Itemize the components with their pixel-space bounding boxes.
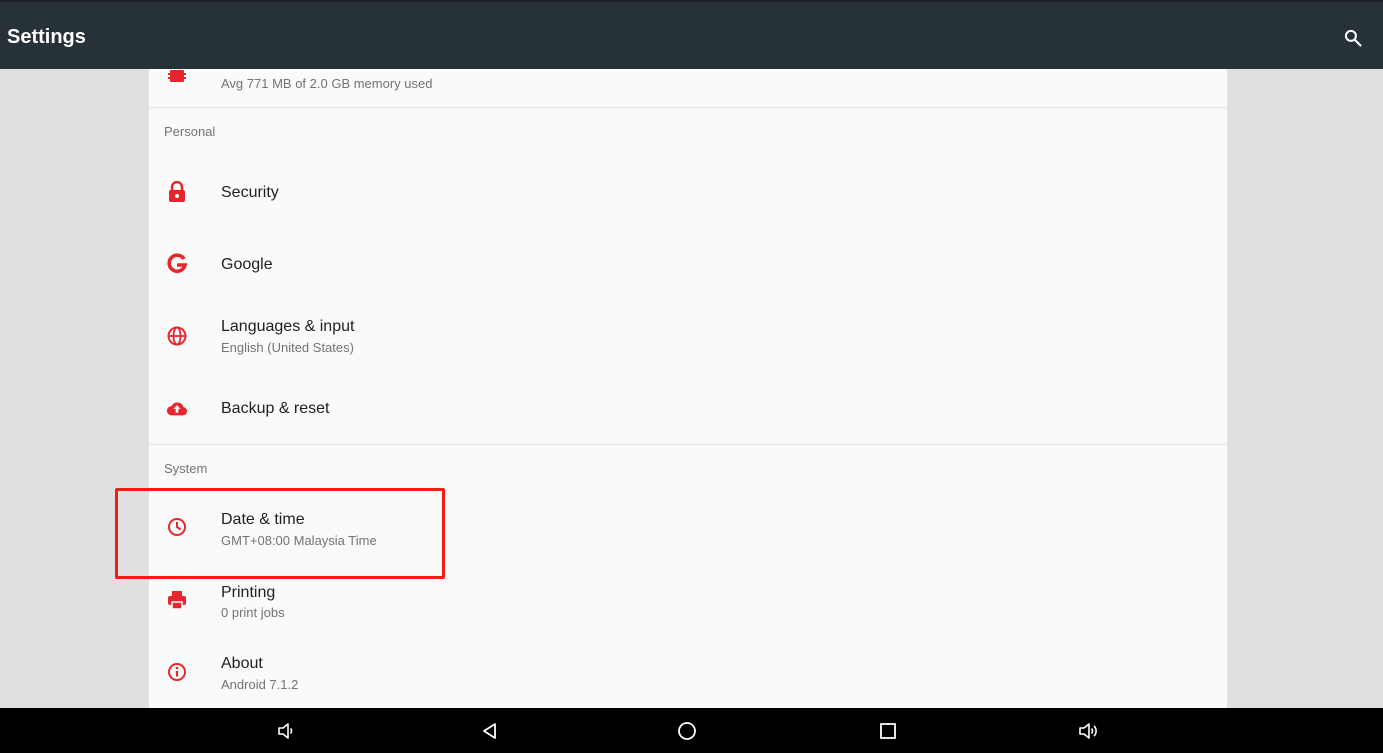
divider [149, 107, 1227, 108]
list-item-subtitle: 0 print jobs [221, 605, 285, 620]
lock-icon [166, 181, 188, 203]
home-icon[interactable] [676, 720, 698, 742]
info-icon [166, 661, 188, 683]
list-item-languages[interactable]: Languages & input English (United States… [149, 300, 1227, 372]
list-item-subtitle: English (United States) [221, 340, 354, 355]
list-item-label: Backup & reset [221, 400, 330, 417]
app-bar: Settings [0, 0, 1383, 69]
list-item-google[interactable]: Google [149, 228, 1227, 300]
system-nav-bar [0, 708, 1383, 753]
list-item-label: Languages & input [221, 318, 355, 335]
list-item-subtitle: Android 7.1.2 [221, 677, 299, 692]
list-item-security[interactable]: Security [149, 156, 1227, 228]
highlight-box [115, 488, 445, 579]
list-item-about[interactable]: About Android 7.1.2 [149, 638, 1227, 708]
cloud-upload-icon [166, 397, 188, 419]
back-icon[interactable] [479, 720, 501, 742]
app-title: Settings [7, 26, 86, 48]
list-item-label: Google [221, 256, 273, 273]
memory-summary: Avg 771 MB of 2.0 GB memory used [221, 76, 433, 91]
divider [149, 444, 1227, 445]
volume-down-icon[interactable] [275, 720, 297, 742]
google-icon [166, 253, 188, 275]
list-item-label: Security [221, 184, 279, 201]
list-item-label: Printing [221, 584, 276, 601]
section-header-system: System [164, 461, 208, 476]
printer-icon [166, 589, 188, 611]
section-header-personal: Personal [164, 124, 216, 139]
search-icon[interactable] [1343, 28, 1363, 48]
list-item-label: About [221, 655, 263, 672]
globe-icon [166, 325, 188, 347]
recents-icon[interactable] [877, 720, 899, 742]
settings-list: Avg 771 MB of 2.0 GB memory used Persona… [149, 0, 1227, 753]
volume-up-icon[interactable] [1078, 720, 1100, 742]
list-item-backup[interactable]: Backup & reset [149, 372, 1227, 444]
